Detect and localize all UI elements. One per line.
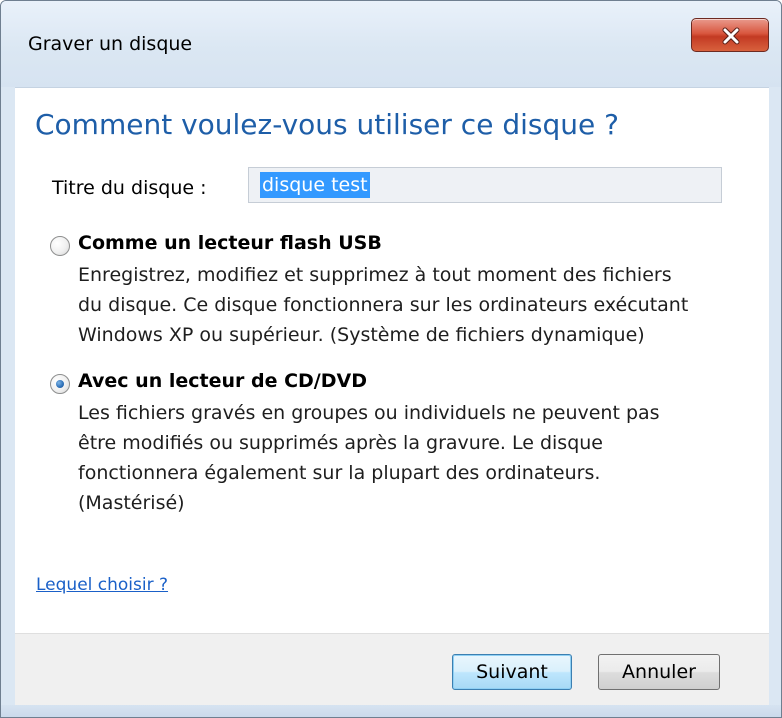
burn-disc-dialog: Graver un disque Comment voulez-vous uti… [0,0,782,718]
radio-usb-flash-drive[interactable] [50,236,70,256]
which-to-choose-link[interactable]: Lequel choisir ? [36,574,168,596]
description-line: (Mastérisé) [78,492,185,514]
option-cd-title: Avec un lecteur de CD/DVD [78,370,367,392]
description-line: Windows XP ou supérieur. (Système de fic… [78,324,645,346]
option-cd-description: Les fichiers gravés en groupes ou indivi… [78,398,738,518]
option-usb-title: Comme un lecteur flash USB [78,232,382,254]
close-icon [722,27,740,45]
description-line: être modifiés ou supprimés après la grav… [78,432,603,454]
cancel-button[interactable]: Annuler [598,654,720,690]
radio-cd-dvd-player[interactable] [50,374,70,394]
window-title: Graver un disque [28,33,193,55]
window-bottom-border [1,705,781,717]
description-line: Les fichiers gravés en groupes ou indivi… [78,402,660,424]
disc-title-selected-text: disque test [260,172,370,198]
close-button[interactable] [691,18,769,52]
option-usb-description: Enregistrez, modifiez et supprimez à tou… [78,260,738,350]
description-line: Enregistrez, modifiez et supprimez à tou… [78,264,672,286]
next-button[interactable]: Suivant [452,654,572,690]
disc-title-label: Titre du disque : [52,177,207,199]
description-line: du disque. Ce disque fonctionnera sur le… [78,294,689,316]
description-line: fonctionnera également sur la plupart de… [78,462,601,484]
radio-selected-dot [56,380,64,388]
dialog-heading: Comment voulez-vous utiliser ce disque ? [35,108,619,141]
dialog-content: Comment voulez-vous utiliser ce disque ?… [15,87,769,634]
dialog-footer: Suivant Annuler [15,633,769,706]
disc-title-input[interactable]: disque test [248,167,722,203]
title-bar: Graver un disque [1,1,781,87]
